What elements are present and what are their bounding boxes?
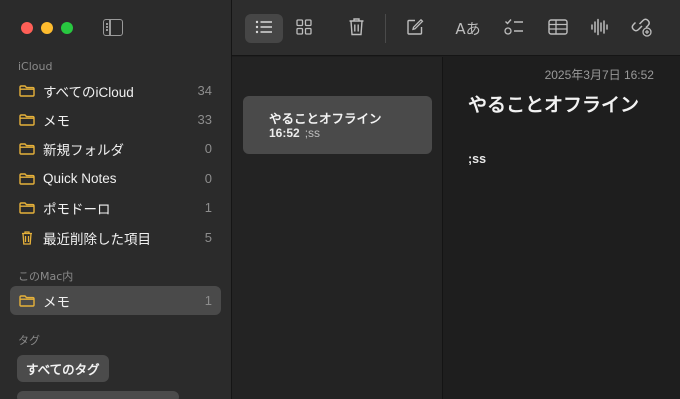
tag-chip-all-tags[interactable]: すべてのタグ (17, 355, 109, 382)
folder-icon (19, 294, 35, 307)
folder-icon (19, 201, 35, 214)
sidebar-toggle-icon[interactable] (103, 19, 123, 36)
folder-icon (19, 113, 35, 126)
format-button[interactable]: Aあ (449, 14, 487, 43)
compose-icon (406, 18, 424, 40)
delete-button[interactable] (337, 14, 375, 43)
sidebar-item-count: 1 (204, 293, 212, 308)
sidebar-item-label: Quick Notes (43, 171, 117, 186)
note-title: やることオフライン (269, 111, 382, 126)
sidebar-item-count: 1 (204, 200, 212, 215)
section-label-icloud: iCloud (18, 60, 53, 73)
toolbar: Aあ (232, 0, 680, 56)
folder-icon (19, 172, 35, 185)
share-button[interactable] (623, 14, 661, 43)
gallery-view-icon (296, 18, 312, 39)
sidebar-item-count: 0 (204, 141, 212, 156)
sidebar: iCloud すべてのiCloud 34 メモ 33 新規フォルダ 0 Quic… (0, 0, 232, 399)
sidebar-item-memo-mac[interactable]: メモ 1 (10, 286, 221, 315)
sidebar-item-count: 5 (204, 230, 212, 245)
sidebar-item-count: 33 (197, 112, 212, 127)
sidebar-item-label: 新規フォルダ (43, 142, 124, 158)
toolbar-divider (385, 14, 386, 43)
table-icon (548, 18, 568, 39)
note-preview: ;ss (304, 126, 321, 140)
format-icon: Aあ (455, 20, 481, 38)
tag-chip[interactable] (17, 391, 179, 399)
sidebar-item-all-icloud[interactable]: すべてのiCloud 34 (10, 76, 221, 105)
note-editor-body[interactable]: ;ss (468, 152, 486, 166)
sidebar-item-label: 最近削除した項目 (43, 231, 151, 247)
list-view-button[interactable] (245, 14, 283, 43)
folder-icon (19, 142, 35, 155)
sidebar-item-label: メモ (43, 294, 70, 310)
folder-icon (19, 84, 35, 97)
audio-button[interactable] (580, 14, 618, 43)
note-editor[interactable]: 2025年3月7日 16:52 やることオフライン ;ss (444, 57, 680, 399)
sidebar-item-label: すべてのiCloud (43, 84, 134, 100)
audio-icon (590, 18, 608, 40)
sidebar-item-count: 0 (204, 171, 212, 186)
window-controls (21, 22, 73, 34)
note-time: 16:52 (269, 126, 300, 140)
share-collaborate-icon (631, 17, 653, 41)
table-button[interactable] (539, 14, 577, 43)
minimize-window-button[interactable] (41, 22, 53, 34)
list-view-icon (255, 19, 273, 38)
sidebar-item-recently-deleted[interactable]: 最近削除した項目 5 (10, 223, 221, 252)
checklist-button[interactable] (495, 14, 533, 43)
trash-icon (19, 230, 35, 246)
sidebar-item-memo-icloud[interactable]: メモ 33 (10, 105, 221, 134)
sidebar-item-count: 34 (197, 83, 212, 98)
close-window-button[interactable] (21, 22, 33, 34)
gallery-view-button[interactable] (285, 14, 323, 43)
note-date: 2025年3月7日 16:52 (544, 68, 654, 82)
note-list: やることオフライン 16:52 ;ss (232, 57, 443, 399)
sidebar-item-pomodoro[interactable]: ポモドーロ 1 (10, 193, 221, 222)
delete-icon (348, 17, 365, 40)
note-editor-title[interactable]: やることオフライン (468, 90, 639, 117)
compose-button[interactable] (396, 14, 434, 43)
section-label-mac: このMac内 (18, 270, 74, 283)
sidebar-item-label: メモ (43, 113, 70, 129)
checklist-icon (504, 18, 524, 40)
note-meta: 16:52 ;ss (269, 126, 320, 140)
zoom-window-button[interactable] (61, 22, 73, 34)
section-label-tags: タグ (18, 334, 40, 347)
sidebar-item-new-folder[interactable]: 新規フォルダ 0 (10, 134, 221, 163)
sidebar-item-label: ポモドーロ (43, 201, 111, 217)
sidebar-item-quick-notes[interactable]: Quick Notes 0 (10, 164, 221, 193)
note-list-item[interactable]: やることオフライン 16:52 ;ss (243, 96, 432, 154)
